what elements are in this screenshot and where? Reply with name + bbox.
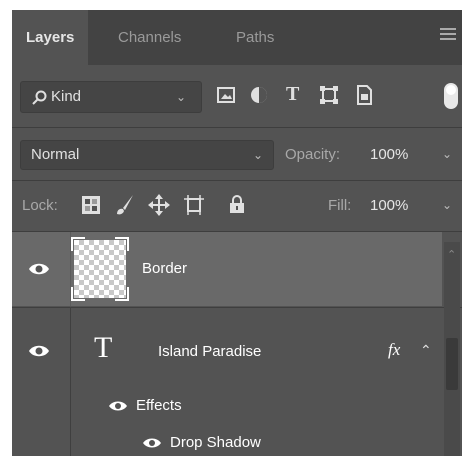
blend-mode-dropdown[interactable]: Normal ⌄	[20, 140, 274, 170]
drop-shadow-visibility-eye-icon[interactable]	[142, 436, 162, 450]
filter-row: Kind ⌄ T	[12, 65, 462, 127]
layers-scrollbar[interactable]: ⌃	[444, 242, 460, 456]
divider	[12, 307, 462, 308]
tab-channels[interactable]: Channels	[104, 10, 195, 65]
smart-object-filter-icon[interactable]	[356, 85, 372, 105]
chevron-down-icon: ⌄	[253, 148, 264, 162]
filter-kind-dropdown[interactable]: Kind ⌄	[20, 81, 202, 113]
drop-shadow-effect-label[interactable]: Drop Shadow	[170, 434, 261, 451]
adjustment-filter-icon[interactable]	[250, 86, 268, 104]
chevron-up-icon[interactable]: ⌃	[420, 342, 432, 359]
panel-tab-bar: Layers Channels Paths	[12, 10, 462, 65]
layer-thumbnail[interactable]	[71, 237, 129, 301]
tab-paths[interactable]: Paths	[222, 10, 288, 65]
lock-row: Lock: Fill: 100% ⌄	[12, 181, 462, 231]
layer-name[interactable]: Border	[142, 260, 187, 277]
effects-label[interactable]: Effects	[136, 397, 182, 414]
fill-label: Fill:	[328, 197, 352, 214]
lock-label: Lock:	[22, 197, 58, 214]
fill-value[interactable]: 100%	[370, 197, 408, 214]
lock-all-padlock-icon[interactable]	[229, 194, 245, 214]
text-layer-icon: T	[94, 331, 113, 364]
chevron-down-icon: ⌄	[176, 90, 187, 104]
opacity-chevron-icon[interactable]: ⌄	[442, 147, 452, 161]
shape-filter-icon[interactable]	[320, 86, 338, 104]
type-filter-icon[interactable]: T	[286, 83, 299, 106]
lock-artboard-icon[interactable]	[184, 195, 204, 215]
tab-layers[interactable]: Layers	[12, 10, 89, 65]
lock-position-move-icon[interactable]	[148, 194, 170, 216]
scroll-up-arrow-icon[interactable]: ⌃	[447, 248, 456, 261]
layer-row-island-paradise[interactable]: T Island Paradise fx ⌃ Effects Drop Shad…	[12, 307, 462, 456]
filter-kind-label: Kind	[51, 88, 82, 105]
lock-image-pixels-brush-icon[interactable]	[115, 194, 135, 216]
effects-visibility-eye-icon[interactable]	[108, 399, 128, 413]
opacity-label: Opacity:	[285, 146, 341, 163]
blend-row: Normal ⌄ Opacity: 100% ⌄	[12, 128, 462, 180]
panel-menu-icon[interactable]	[440, 28, 456, 42]
opacity-value[interactable]: 100%	[370, 146, 408, 163]
layer-row-border[interactable]: Border	[12, 232, 442, 306]
search-icon	[32, 90, 47, 105]
layer-name[interactable]: Island Paradise	[158, 343, 261, 360]
image-filter-icon[interactable]	[217, 87, 235, 103]
blend-mode-value: Normal	[31, 146, 80, 163]
filter-toggle-icon[interactable]	[444, 83, 458, 109]
fill-chevron-icon[interactable]: ⌄	[442, 198, 452, 212]
scrollbar-thumb[interactable]	[446, 338, 458, 390]
divider	[70, 307, 71, 456]
visibility-eye-icon[interactable]	[28, 261, 50, 277]
layers-panel: Layers Channels Paths Kind ⌄ T Normal ⌄ …	[12, 10, 462, 456]
lock-transparent-pixels-icon[interactable]	[82, 196, 100, 214]
visibility-eye-icon[interactable]	[28, 343, 50, 359]
fx-icon[interactable]: fx	[388, 340, 400, 360]
